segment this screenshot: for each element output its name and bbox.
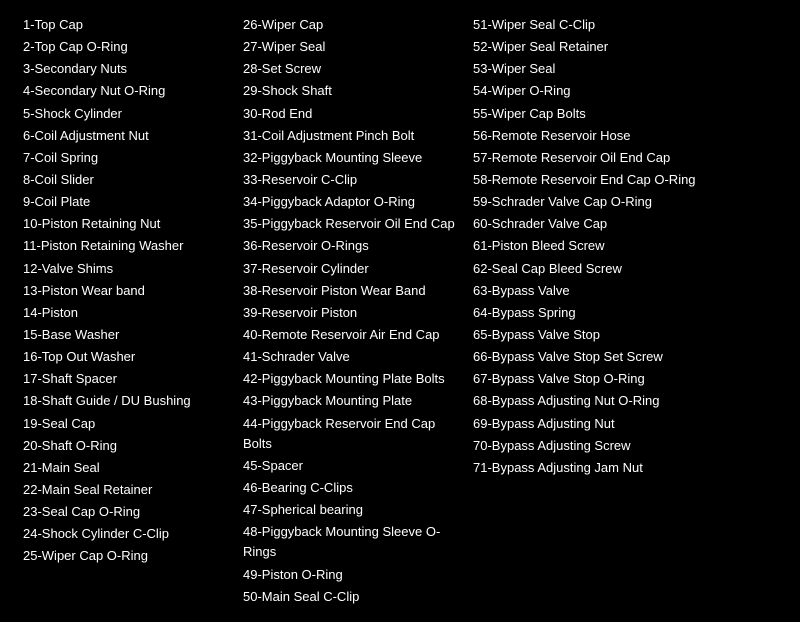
list-item: 62-Seal Cap Bleed Screw [473, 259, 722, 279]
list-item: 49-Piston O-Ring [243, 565, 457, 585]
list-item: 39-Reservoir Piston [243, 303, 457, 323]
list-item: 19-Seal Cap [23, 414, 227, 434]
list-item: 10-Piston Retaining Nut [23, 214, 227, 234]
list-item: 66-Bypass Valve Stop Set Screw [473, 347, 722, 367]
list-item: 1-Top Cap [23, 15, 227, 35]
list-item: 18-Shaft Guide / DU Bushing [23, 391, 227, 411]
list-item: 64-Bypass Spring [473, 303, 722, 323]
list-item: 53-Wiper Seal [473, 59, 722, 79]
list-item: 26-Wiper Cap [243, 15, 457, 35]
list-item: 59-Schrader Valve Cap O-Ring [473, 192, 722, 212]
column-3: 51-Wiper Seal C-Clip52-Wiper Seal Retain… [465, 10, 730, 612]
list-item: 50-Main Seal C-Clip [243, 587, 457, 607]
list-item: 32-Piggyback Mounting Sleeve [243, 148, 457, 168]
list-item: 41-Schrader Valve [243, 347, 457, 367]
list-item: 6-Coil Adjustment Nut [23, 126, 227, 146]
list-item: 69-Bypass Adjusting Nut [473, 414, 722, 434]
list-item: 8-Coil Slider [23, 170, 227, 190]
list-item: 9-Coil Plate [23, 192, 227, 212]
list-item: 40-Remote Reservoir Air End Cap [243, 325, 457, 345]
list-item: 12-Valve Shims [23, 259, 227, 279]
list-item: 70-Bypass Adjusting Screw [473, 436, 722, 456]
list-item: 11-Piston Retaining Washer [23, 236, 227, 256]
list-item: 33-Reservoir C-Clip [243, 170, 457, 190]
column-2: 26-Wiper Cap27-Wiper Seal28-Set Screw29-… [235, 10, 465, 612]
list-item: 58-Remote Reservoir End Cap O-Ring [473, 170, 722, 190]
column-1: 1-Top Cap2-Top Cap O-Ring3-Secondary Nut… [15, 10, 235, 612]
list-item: 3-Secondary Nuts [23, 59, 227, 79]
list-item: 4-Secondary Nut O-Ring [23, 81, 227, 101]
list-item: 2-Top Cap O-Ring [23, 37, 227, 57]
list-item: 21-Main Seal [23, 458, 227, 478]
list-item: 23-Seal Cap O-Ring [23, 502, 227, 522]
list-item: 54-Wiper O-Ring [473, 81, 722, 101]
list-item: 36-Reservoir O-Rings [243, 236, 457, 256]
list-item: 25-Wiper Cap O-Ring [23, 546, 227, 566]
list-item: 5-Shock Cylinder [23, 104, 227, 124]
list-item: 67-Bypass Valve Stop O-Ring [473, 369, 722, 389]
list-item: 38-Reservoir Piston Wear Band [243, 281, 457, 301]
list-item: 46-Bearing C-Clips [243, 478, 457, 498]
list-item: 30-Rod End [243, 104, 457, 124]
list-item: 28-Set Screw [243, 59, 457, 79]
list-item: 14-Piston [23, 303, 227, 323]
list-item: 55-Wiper Cap Bolts [473, 104, 722, 124]
list-item: 61-Piston Bleed Screw [473, 236, 722, 256]
list-item: 35-Piggyback Reservoir Oil End Cap [243, 214, 457, 234]
list-item: 60-Schrader Valve Cap [473, 214, 722, 234]
list-item: 31-Coil Adjustment Pinch Bolt [243, 126, 457, 146]
list-item: 13-Piston Wear band [23, 281, 227, 301]
list-item: 22-Main Seal Retainer [23, 480, 227, 500]
list-item: 16-Top Out Washer [23, 347, 227, 367]
list-item: 7-Coil Spring [23, 148, 227, 168]
list-item: 45-Spacer [243, 456, 457, 476]
list-item: 15-Base Washer [23, 325, 227, 345]
list-item: 51-Wiper Seal C-Clip [473, 15, 722, 35]
list-item: 48-Piggyback Mounting Sleeve O-Rings [243, 522, 457, 562]
list-item: 37-Reservoir Cylinder [243, 259, 457, 279]
list-item: 42-Piggyback Mounting Plate Bolts [243, 369, 457, 389]
list-item: 56-Remote Reservoir Hose [473, 126, 722, 146]
list-item: 68-Bypass Adjusting Nut O-Ring [473, 391, 722, 411]
list-item: 44-Piggyback Reservoir End Cap Bolts [243, 414, 457, 454]
list-item: 57-Remote Reservoir Oil End Cap [473, 148, 722, 168]
list-item: 63-Bypass Valve [473, 281, 722, 301]
list-item: 43-Piggyback Mounting Plate [243, 391, 457, 411]
list-item: 20-Shaft O-Ring [23, 436, 227, 456]
list-item: 24-Shock Cylinder C-Clip [23, 524, 227, 544]
list-item: 65-Bypass Valve Stop [473, 325, 722, 345]
parts-list: 1-Top Cap2-Top Cap O-Ring3-Secondary Nut… [15, 10, 785, 612]
list-item: 34-Piggyback Adaptor O-Ring [243, 192, 457, 212]
list-item: 27-Wiper Seal [243, 37, 457, 57]
list-item: 71-Bypass Adjusting Jam Nut [473, 458, 722, 478]
list-item: 29-Shock Shaft [243, 81, 457, 101]
list-item: 17-Shaft Spacer [23, 369, 227, 389]
list-item: 52-Wiper Seal Retainer [473, 37, 722, 57]
list-item: 47-Spherical bearing [243, 500, 457, 520]
